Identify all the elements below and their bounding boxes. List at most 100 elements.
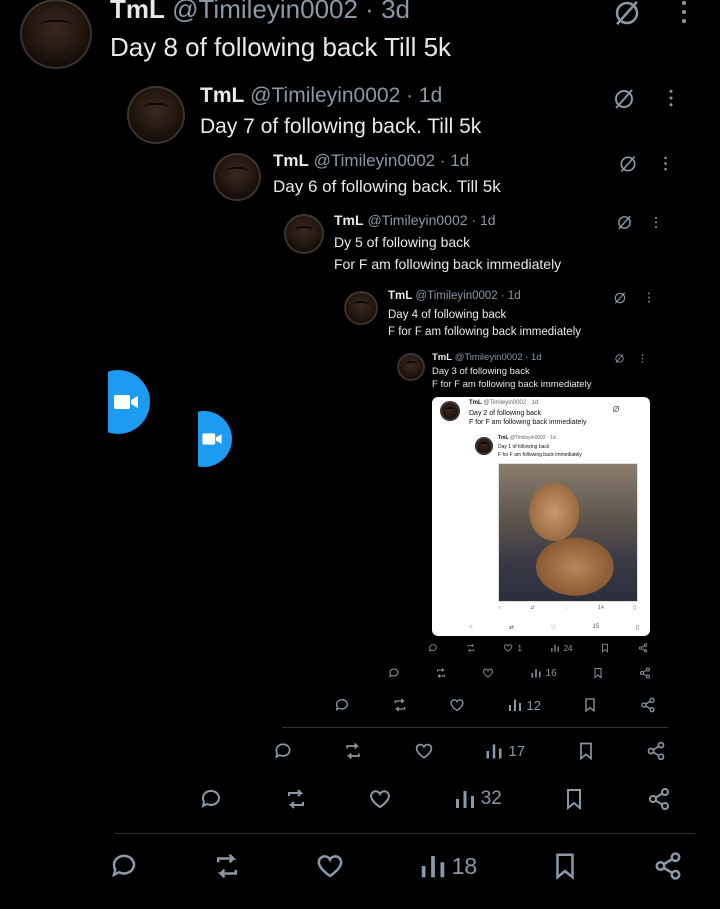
author-name[interactable]: TmL <box>432 352 452 363</box>
author-name[interactable]: TmL <box>200 84 244 107</box>
more-icon[interactable] <box>654 216 658 229</box>
views-icon <box>531 669 541 678</box>
avatar[interactable] <box>397 353 425 381</box>
retweet-button[interactable] <box>466 643 476 653</box>
more-icon[interactable] <box>680 0 688 24</box>
video-call-button[interactable] <box>198 411 232 467</box>
retweet-icon <box>437 668 446 678</box>
reply-button[interactable] <box>109 851 139 881</box>
share-button[interactable] <box>646 741 666 761</box>
bookmark-icon <box>585 698 596 713</box>
like-icon: ♡ <box>564 605 569 611</box>
dog-photo[interactable] <box>498 463 638 602</box>
share-icon <box>655 852 681 880</box>
bookmark-button[interactable] <box>576 741 596 761</box>
views-button[interactable]: 16 <box>530 667 557 679</box>
views-button[interactable]: 24 <box>550 643 573 653</box>
reply-button[interactable] <box>428 643 438 653</box>
share-button[interactable] <box>639 667 651 679</box>
grok-icon[interactable] <box>612 87 636 111</box>
retweet-button[interactable] <box>284 787 308 811</box>
views-icon <box>455 791 474 808</box>
tweet-text-line-2: F for F am following back immediately <box>432 379 592 390</box>
reply-icon <box>112 854 136 878</box>
views-count: 18 <box>451 852 478 879</box>
like-button[interactable] <box>315 851 345 881</box>
views-button[interactable]: 18 <box>418 851 478 881</box>
share-button[interactable] <box>653 851 683 881</box>
author-handle[interactable]: @Timileyin0002 · 1d <box>455 352 542 363</box>
author-handle[interactable]: @Timileyin0002 · 1d <box>415 290 520 302</box>
reply-button[interactable] <box>334 697 350 713</box>
views-button[interactable]: 12 <box>507 697 541 713</box>
reply-button[interactable] <box>199 787 223 811</box>
author-name[interactable]: TmL <box>110 0 165 24</box>
share-button[interactable] <box>640 697 656 713</box>
bookmark-button[interactable] <box>562 787 586 811</box>
like-button[interactable] <box>449 697 465 713</box>
more-icon[interactable] <box>668 89 674 107</box>
share-icon <box>638 643 648 653</box>
retweet-button[interactable] <box>212 851 242 881</box>
more-icon[interactable] <box>647 292 651 303</box>
grok-icon[interactable] <box>613 291 627 305</box>
bookmark-icon <box>579 742 592 761</box>
views-button[interactable]: 32 <box>453 787 502 811</box>
more-icon[interactable] <box>663 156 668 171</box>
retweet-icon: ⇄ <box>509 624 515 631</box>
avatar[interactable] <box>284 214 324 254</box>
like-button[interactable] <box>482 667 494 679</box>
actions-row-day-5: 12 <box>334 697 656 713</box>
author-handle[interactable]: @Timileyin0002 · 3d <box>172 0 410 24</box>
bookmark-icon: ▯ <box>635 624 639 631</box>
actions-row-day-8: 18 <box>109 851 683 881</box>
bookmark-button[interactable] <box>600 643 610 653</box>
author-handle[interactable]: @Timileyin0002 · 1d <box>314 151 470 170</box>
embedded-screenshot[interactable]: TmL @Timileyin0002 · 1d Day 2 of followi… <box>432 397 650 636</box>
share-button[interactable] <box>647 787 671 811</box>
views-icon <box>550 644 559 652</box>
share-icon <box>641 697 655 713</box>
share-icon <box>648 788 669 810</box>
bookmark-button[interactable] <box>582 697 598 713</box>
avatar[interactable] <box>213 153 261 201</box>
reply-icon <box>275 743 291 759</box>
retweet-button[interactable] <box>343 741 363 761</box>
grok-icon[interactable] <box>614 353 625 364</box>
author-name[interactable]: TmL <box>334 212 364 228</box>
retweet-button[interactable] <box>392 697 408 713</box>
reply-button[interactable] <box>273 741 293 761</box>
share-button[interactable] <box>638 643 648 653</box>
author-name[interactable]: TmL <box>388 290 412 302</box>
more-icon[interactable] <box>641 354 644 363</box>
like-button[interactable]: 1 <box>503 643 522 653</box>
avatar[interactable] <box>20 0 92 69</box>
author-handle[interactable]: @Timileyin0002 · 1d <box>250 84 442 107</box>
actions-row-day-3: 1 24 <box>428 643 648 653</box>
video-call-button[interactable] <box>108 370 150 434</box>
bookmark-icon <box>602 643 609 653</box>
grok-icon[interactable] <box>612 0 642 28</box>
avatar[interactable] <box>127 86 185 144</box>
author-handle[interactable]: @Timileyin0002 · 1d <box>367 212 495 228</box>
grok-icon[interactable] <box>618 154 638 174</box>
views-button[interactable]: 17 <box>484 741 525 761</box>
share-icon <box>647 741 665 761</box>
retweet-button[interactable] <box>435 667 447 679</box>
like-icon <box>483 668 494 678</box>
bookmark-button[interactable] <box>592 667 604 679</box>
retweet-icon <box>394 698 405 712</box>
tweet-text-line-1: Day 1 of following back <box>498 444 550 450</box>
author-name[interactable]: TmL <box>273 151 309 170</box>
tweet-text-line-2: F for F am following back immediately <box>388 326 582 338</box>
grok-icon[interactable] <box>616 214 633 231</box>
views-icon <box>508 699 521 711</box>
reply-button[interactable] <box>388 667 400 679</box>
bookmark-button[interactable] <box>550 851 580 881</box>
like-button[interactable] <box>368 787 392 811</box>
avatar[interactable] <box>344 291 378 325</box>
grok-icon <box>612 400 620 418</box>
views-count: 16 <box>545 667 557 679</box>
like-button[interactable] <box>414 741 434 761</box>
reply-icon <box>429 644 437 652</box>
